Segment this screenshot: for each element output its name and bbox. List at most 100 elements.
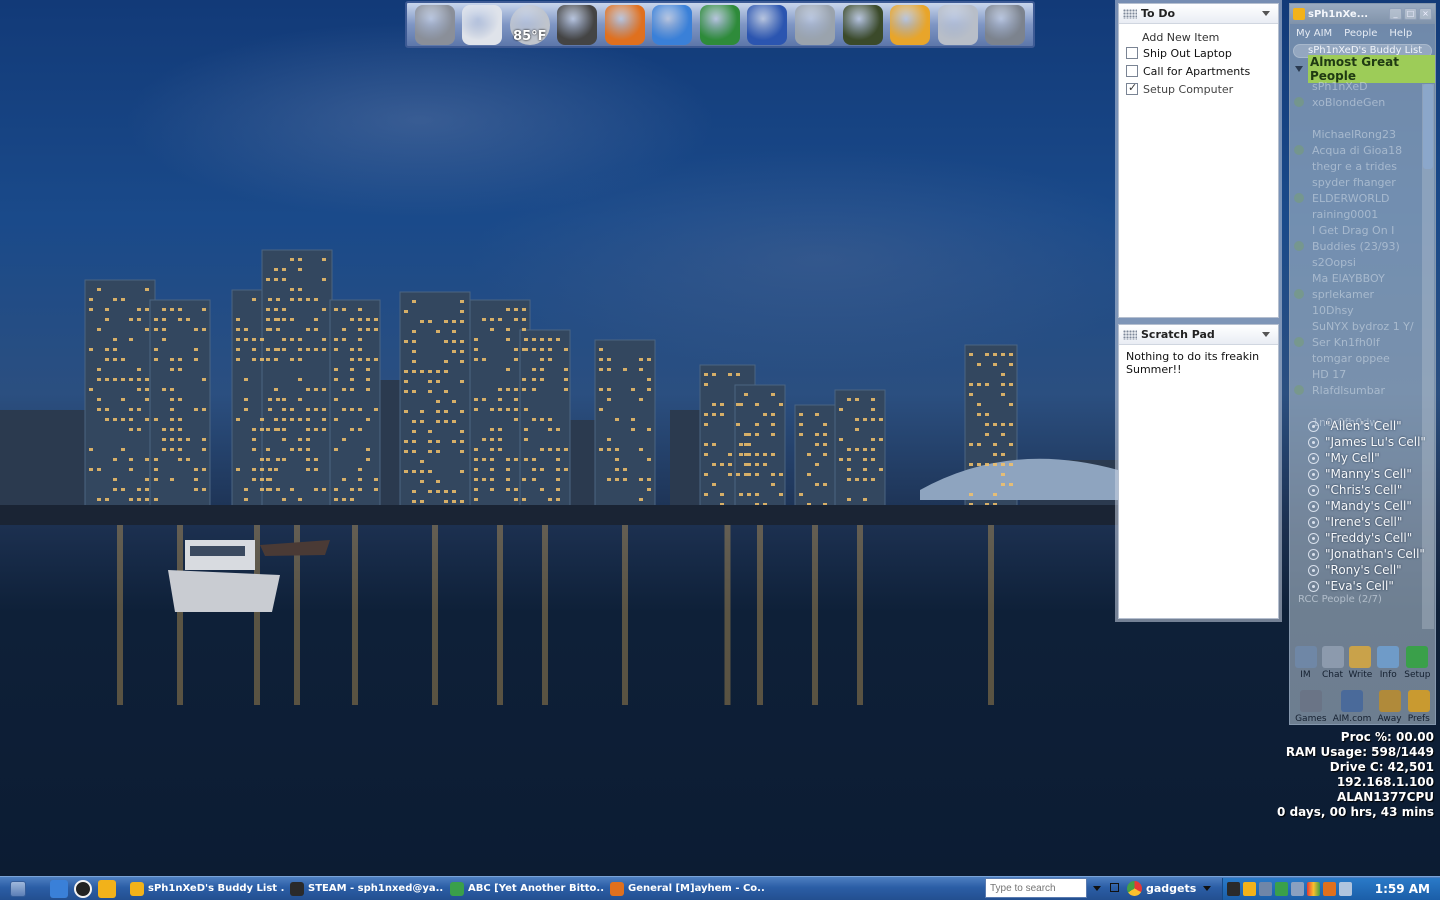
napster-icon[interactable] (795, 4, 836, 45)
buddy-list-scrollbar[interactable] (1422, 84, 1434, 629)
buddy-list-titlebar[interactable]: sPh1nXe... _ □ × (1290, 4, 1435, 24)
toolbar-write-button[interactable]: Write (1349, 646, 1372, 680)
winamp-icon[interactable] (890, 4, 931, 45)
buddy-entry[interactable]: s2Oopsi (1312, 254, 1435, 270)
toolbar-im-button[interactable]: IM (1294, 646, 1317, 680)
todo-checkbox[interactable] (1126, 81, 1138, 95)
colors-tray-icon[interactable] (1307, 882, 1320, 896)
toolbar-info-button[interactable]: Info (1377, 646, 1400, 680)
maximize-button[interactable]: □ (1404, 8, 1417, 20)
buddy-group-footer[interactable]: RCC People (2/7) (1290, 594, 1435, 608)
buddy-entry[interactable]: sprlekamer (1294, 286, 1435, 302)
chevron-down-icon[interactable] (1262, 332, 1270, 337)
internet-explorer-6-icon[interactable] (652, 4, 693, 45)
clock[interactable]: 1:59 AM (1375, 882, 1430, 896)
scratch-pad-text-area[interactable]: Nothing to do its freakin Summer!! (1119, 345, 1278, 381)
todo-checkbox[interactable] (1126, 47, 1138, 59)
scratch-pad-header[interactable]: Scratch Pad (1119, 325, 1278, 345)
mobile-buddy-entry[interactable]: "Mandy's Cell" (1308, 498, 1435, 514)
add-new-item-button[interactable]: Add New Item (1119, 24, 1278, 44)
buddy-entry[interactable]: HD 17 (1312, 366, 1435, 382)
taskbar-window-button[interactable]: STEAM - sph1nxed@ya... (286, 879, 444, 899)
tools-icon[interactable] (937, 4, 978, 45)
buddy-entry[interactable]: xoBlondeGen (1294, 94, 1435, 110)
buddy-entry[interactable]: raining0001 (1312, 206, 1435, 222)
mobile-buddy-entry[interactable]: "Eva's Cell" (1308, 578, 1435, 594)
network-tray-icon[interactable] (1259, 882, 1272, 896)
scrollbar-thumb[interactable] (1423, 84, 1433, 169)
mobile-buddy-entry[interactable]: "Allen's Cell" (1308, 418, 1435, 434)
aim-running-man-icon[interactable] (98, 879, 116, 898)
volume-tray-icon[interactable] (1339, 882, 1352, 896)
drag-grip-icon[interactable] (1123, 329, 1137, 340)
recycle-bin-icon[interactable] (462, 4, 503, 45)
triangle-down-icon[interactable] (1295, 66, 1303, 72)
toolbar-away-button[interactable]: Away (1378, 690, 1402, 724)
buddy-entry[interactable] (1312, 398, 1435, 414)
hard-drive-icon[interactable] (414, 4, 455, 45)
aim-tray-icon[interactable] (1243, 882, 1256, 896)
penguin-icon[interactable] (74, 879, 92, 898)
firefox-tray-icon[interactable] (1323, 882, 1336, 896)
buddy-entry[interactable]: spyder fhanger (1312, 174, 1435, 190)
buddy-entry[interactable]: Ma ElAYBBOY (1312, 270, 1435, 286)
toolbar-prefs-button[interactable]: Prefs (1408, 690, 1430, 724)
search-dropdown-arrow-icon[interactable] (1093, 886, 1101, 891)
buddy-entry[interactable]: Acqua di Gioa18 (1294, 142, 1435, 158)
buddy-entry[interactable]: Rlafdlsumbar (1294, 382, 1435, 398)
taskbar-window-button[interactable]: General [M]ayhem - Co... (606, 879, 764, 899)
camera-icon[interactable] (985, 4, 1026, 45)
todo-checkbox[interactable] (1126, 65, 1138, 77)
mobile-buddy-entry[interactable]: "Manny's Cell" (1308, 466, 1435, 482)
start-button[interactable] (0, 878, 36, 900)
buddy-entry[interactable]: MichaelRong23 (1312, 126, 1435, 142)
taskbar-window-button[interactable]: ABC [Yet Another Bitto... (446, 879, 604, 899)
buddy-entry[interactable]: 10Dhsy (1312, 302, 1435, 318)
mobile-buddy-entry[interactable]: "Jonathan's Cell" (1308, 546, 1435, 562)
buddy-entry[interactable]: tomgar oppee (1312, 350, 1435, 366)
buddy-entry[interactable] (1312, 110, 1435, 126)
mobile-buddy-entry[interactable]: "Chris's Cell" (1308, 482, 1435, 498)
buddy-group-header[interactable]: Almost Great People (1290, 55, 1435, 83)
todo-item[interactable]: Ship Out Laptop (1119, 44, 1278, 62)
menu-item-my-aim[interactable]: My AIM (1296, 28, 1332, 39)
todo-item[interactable]: Setup Computer (1119, 80, 1278, 98)
toolbar-chat-button[interactable]: Chat (1321, 646, 1344, 680)
drag-grip-icon[interactable] (1123, 8, 1137, 19)
bittorrent-tray-icon[interactable] (1275, 882, 1288, 896)
mobile-buddy-entry[interactable]: "Freddy's Cell" (1308, 530, 1435, 546)
network-globe-icon[interactable] (842, 4, 883, 45)
close-button[interactable]: × (1419, 8, 1432, 20)
buddy-entry[interactable]: SuNYX bydroz 1 Y/ (1312, 318, 1435, 334)
mobile-buddy-entry[interactable]: "My Cell" (1308, 450, 1435, 466)
taskbar-window-button[interactable]: sPh1nXeD's Buddy List ... (126, 879, 284, 899)
desktop-search-input[interactable] (985, 878, 1087, 898)
buddy-entry[interactable]: Ser Kn1fh0lf (1294, 334, 1435, 350)
internet-explorer-icon[interactable] (50, 879, 68, 898)
mobile-buddy-entry[interactable]: "Irene's Cell" (1308, 514, 1435, 530)
toolbar-setup-button[interactable]: Setup (1404, 646, 1430, 680)
firefox-browser-icon[interactable] (604, 4, 645, 45)
buddy-entry[interactable]: thegr e a trides (1312, 158, 1435, 174)
gadgets-dropdown-arrow-icon[interactable] (1203, 886, 1211, 891)
mobile-buddy-entry[interactable]: "James Lu's Cell" (1308, 434, 1435, 450)
steam-tray-icon[interactable] (1227, 882, 1240, 896)
buddy-entry[interactable]: ELDERWORLD (1294, 190, 1435, 206)
utility-tray-icon[interactable] (1291, 882, 1304, 896)
toolbar-games-button[interactable]: Games (1295, 690, 1327, 724)
toolbar-aim-com-button[interactable]: AIM.com (1333, 690, 1371, 724)
chevron-down-icon[interactable] (1262, 11, 1270, 16)
show-desktop-icon[interactable] (1110, 883, 1119, 892)
todo-item[interactable]: Call for Apartments (1119, 62, 1278, 80)
weather-moon-icon[interactable]: 85°F (509, 4, 550, 45)
counter-strike-icon[interactable] (557, 4, 598, 45)
todo-header[interactable]: To Do (1119, 4, 1278, 24)
gadgets-button[interactable]: gadgets (1127, 879, 1196, 897)
buddy-entry[interactable]: Buddies (23/93) (1294, 238, 1435, 254)
excel-icon[interactable] (699, 4, 740, 45)
menu-item-help[interactable]: Help (1389, 28, 1412, 39)
minimize-button[interactable]: _ (1389, 8, 1402, 20)
word-icon[interactable] (747, 4, 788, 45)
buddy-entry[interactable]: I Get Drag On I (1312, 222, 1435, 238)
menu-item-people[interactable]: People (1344, 28, 1377, 39)
